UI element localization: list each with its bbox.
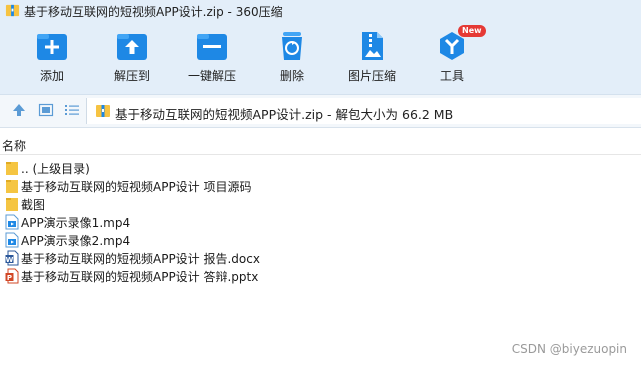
archive-path: 基于移动互联网的短视频APP设计.zip - 解包大小为 66.2 MB (115, 107, 454, 122)
list-item-report-docx[interactable]: W 基于移动互联网的短视频APP设计 报告.docx (0, 249, 641, 267)
address-bar: 基于移动互联网的短视频APP设计.zip - 解包大小为 66.2 MB (0, 95, 641, 128)
list-item-video-2[interactable]: APP演示录像2.mp4 (0, 231, 641, 249)
file-name: 基于移动互联网的短视频APP设计 答辩.pptx (21, 270, 259, 284)
folder-icon (6, 162, 18, 175)
up-arrow-icon[interactable] (11, 102, 27, 118)
header-divider (0, 154, 641, 155)
tools-button[interactable]: New 工具 (412, 25, 492, 84)
powerpoint-document-icon: P (5, 268, 19, 284)
video-file-icon (5, 214, 19, 230)
tools-label: 工具 (439, 69, 464, 83)
new-badge: New (458, 25, 486, 37)
list-item-defense-pptx[interactable]: P 基于移动互联网的短视频APP设计 答辩.pptx (0, 267, 641, 285)
zip-archive-icon (96, 105, 110, 117)
one-click-extract-label: 一键解压 (187, 69, 236, 83)
image-compress-label: 图片压缩 (347, 69, 396, 83)
add-button[interactable]: 添加 (12, 30, 92, 84)
add-label: 添加 (39, 69, 64, 83)
window-title: 基于移动互联网的短视频APP设计.zip - 360压缩 (24, 5, 283, 19)
list-item-source-folder[interactable]: 基于移动互联网的短视频APP设计 项目源码 (0, 177, 641, 195)
thumbnail-view-icon[interactable] (38, 102, 54, 118)
file-list-header: 名称 (0, 136, 641, 155)
file-name: 基于移动互联网的短视频APP设计 报告.docx (21, 252, 260, 266)
add-icon (37, 34, 67, 60)
extract-to-icon (117, 34, 147, 60)
title-bar: 基于移动互联网的短视频APP设计.zip - 360压缩 (0, 0, 641, 22)
file-name: .. (上级目录) (21, 162, 90, 176)
image-compress-icon (362, 32, 383, 60)
file-name: APP演示录像1.mp4 (21, 216, 131, 230)
list-item-parent-folder[interactable]: .. (上级目录) (0, 159, 641, 177)
app-logo-icon (5, 4, 20, 17)
toolbar: 添加 解压到 一键解压 删除 图片压缩 New 工具 (0, 22, 641, 95)
word-document-icon: W (5, 250, 19, 266)
file-name: APP演示录像2.mp4 (21, 234, 131, 248)
folder-icon (6, 180, 18, 193)
column-header-name[interactable]: 名称 (2, 137, 26, 154)
address-field[interactable]: 基于移动互联网的短视频APP设计.zip - 解包大小为 66.2 MB (86, 98, 641, 124)
extract-to-label: 解压到 (113, 69, 150, 83)
delete-icon (282, 32, 302, 60)
list-item-screenshots-folder[interactable]: 截图 (0, 195, 641, 213)
watermark: CSDN @biyezuopin (511, 342, 627, 356)
delete-label: 删除 (279, 69, 304, 83)
one-click-extract-icon (197, 34, 227, 60)
list-view-icon[interactable] (64, 102, 80, 118)
folder-icon (6, 198, 18, 211)
svg-text:W: W (6, 256, 14, 264)
image-compress-button[interactable]: 图片压缩 (332, 30, 412, 84)
file-list: .. (上级目录) 基于移动互联网的短视频APP设计 项目源码 截图 APP演示… (0, 159, 641, 285)
extract-to-button[interactable]: 解压到 (92, 30, 172, 84)
file-name: 基于移动互联网的短视频APP设计 项目源码 (21, 180, 252, 194)
svg-text:P: P (7, 274, 12, 282)
file-name: 截图 (21, 198, 46, 212)
delete-button[interactable]: 删除 (252, 30, 332, 84)
list-item-video-1[interactable]: APP演示录像1.mp4 (0, 213, 641, 231)
video-file-icon (5, 232, 19, 248)
one-click-extract-button[interactable]: 一键解压 (172, 30, 252, 84)
